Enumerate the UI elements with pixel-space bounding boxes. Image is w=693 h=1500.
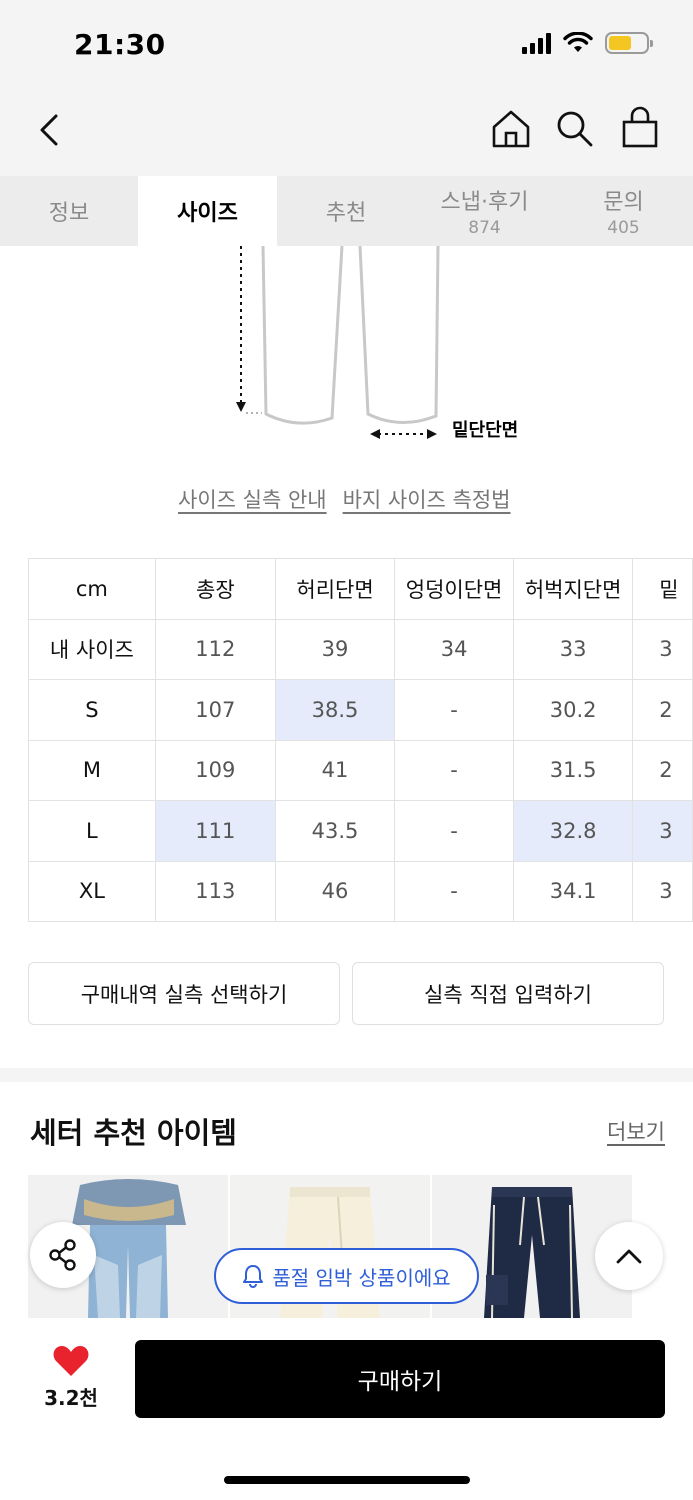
soldout-notice-pill[interactable]: 품절 임박 상품이에요 xyxy=(214,1248,479,1304)
home-indicator xyxy=(224,1476,470,1484)
table-cell-highlighted: 111 xyxy=(154,800,276,862)
hem-width-label: 밑단단면 xyxy=(452,420,519,441)
table-header-cell: 허벅지단면 xyxy=(512,558,634,620)
home-icon[interactable] xyxy=(490,108,532,150)
search-icon[interactable] xyxy=(555,109,595,149)
table-header-cell: cm xyxy=(28,558,156,620)
recommend-title: 세터 추천 아이템 xyxy=(30,1116,237,1150)
size-table[interactable]: cm 총장 허리단면 엉덩이단면 허벅지단면 밑 내 사이즈 112 39 34… xyxy=(28,558,693,922)
tab-count: 874 xyxy=(468,218,501,238)
share-button[interactable] xyxy=(30,1222,96,1288)
manual-input-button[interactable]: 실측 직접 입력하기 xyxy=(352,962,664,1025)
table-cell: 43.5 xyxy=(274,800,396,862)
tab-bar: 정보 사이즈 추천 스냅·후기 874 문의 405 xyxy=(0,176,693,246)
chevron-up-icon xyxy=(616,1249,642,1264)
size-guide-links: 사이즈 실측 안내 바지 사이즈 측정법 xyxy=(178,484,511,514)
table-cell: 34.1 xyxy=(512,860,634,922)
recommend-more-link[interactable]: 더보기 xyxy=(607,1116,665,1146)
table-row: L 111 43.5 - 32.8 3 xyxy=(28,800,693,862)
pants-measure-link[interactable]: 바지 사이즈 측정법 xyxy=(343,484,511,514)
pants-measurement-diagram: 밑단단면 xyxy=(0,245,693,466)
table-row: XL 113 46 - 34.1 3 xyxy=(28,860,693,922)
table-cell: 33 xyxy=(512,618,634,680)
scroll-top-button[interactable] xyxy=(595,1222,663,1290)
section-divider xyxy=(0,1068,693,1082)
tab-count: 405 xyxy=(607,218,640,238)
table-cell: 41 xyxy=(274,739,396,801)
table-cell: 46 xyxy=(274,860,396,922)
table-cell: 39 xyxy=(274,618,396,680)
size-guide-link[interactable]: 사이즈 실측 안내 xyxy=(178,484,327,514)
table-row: M 109 41 - 31.5 2 xyxy=(28,739,693,801)
table-row: 내 사이즈 112 39 34 33 3 xyxy=(28,618,693,680)
table-cell: 112 xyxy=(154,618,276,680)
tab-label: 정보 xyxy=(48,201,90,226)
nav-bar xyxy=(0,92,693,176)
tab-label: 스냅·후기 xyxy=(440,190,529,215)
table-cell: - xyxy=(394,679,514,741)
table-cell-highlighted: 3 xyxy=(632,800,693,862)
measurement-actions: 구매내역 실측 선택하기 실측 직접 입력하기 xyxy=(28,962,664,1025)
table-header-row: cm 총장 허리단면 엉덩이단면 허벅지단면 밑 xyxy=(28,558,693,620)
table-row-label: L xyxy=(28,800,156,862)
table-cell: 31.5 xyxy=(512,739,634,801)
like-count: 3.2천 xyxy=(44,1386,98,1410)
select-purchase-history-button[interactable]: 구매내역 실측 선택하기 xyxy=(28,962,340,1025)
table-header-cell: 허리단면 xyxy=(274,558,396,620)
table-cell: 2 xyxy=(632,739,693,801)
wifi-icon xyxy=(563,32,593,52)
bag-icon[interactable] xyxy=(620,106,660,150)
table-cell: 30.2 xyxy=(512,679,634,741)
bell-icon xyxy=(243,1265,264,1288)
buy-button[interactable]: 구매하기 xyxy=(135,1340,665,1418)
table-cell: 113 xyxy=(154,860,276,922)
status-icons xyxy=(522,32,653,54)
battery-icon xyxy=(605,32,653,54)
soldout-notice-text: 품절 임박 상품이에요 xyxy=(272,1265,451,1290)
heart-icon xyxy=(53,1346,89,1376)
tab-label: 문의 xyxy=(603,190,644,215)
tab-inquiry[interactable]: 문의 405 xyxy=(554,176,693,246)
status-bar: 21:30 xyxy=(0,0,693,92)
table-header-cell: 엉덩이단면 xyxy=(394,558,514,620)
tab-snap-review[interactable]: 스냅·후기 874 xyxy=(415,176,554,246)
table-cell: 2 xyxy=(632,679,693,741)
table-cell: - xyxy=(394,739,514,801)
table-header-cell: 총장 xyxy=(154,558,276,620)
back-icon[interactable] xyxy=(32,110,66,150)
table-cell: 3 xyxy=(632,618,693,680)
table-cell: - xyxy=(394,800,514,862)
table-cell: 3 xyxy=(632,860,693,922)
purchase-bar: 3.2천 구매하기 xyxy=(0,1318,693,1500)
table-cell-highlighted: 32.8 xyxy=(512,800,634,862)
status-time: 21:30 xyxy=(74,28,166,61)
tab-label: 추천 xyxy=(325,201,367,226)
signal-icon xyxy=(522,32,551,54)
table-cell: - xyxy=(394,860,514,922)
table-row-label: XL xyxy=(28,860,156,922)
pants-outline-illustration xyxy=(236,245,440,439)
table-cell: 109 xyxy=(154,739,276,801)
table-row-label: 내 사이즈 xyxy=(28,618,156,680)
tab-size[interactable]: 사이즈 xyxy=(138,176,277,246)
tab-label: 사이즈 xyxy=(177,201,238,226)
table-row: S 107 38.5 - 30.2 2 xyxy=(28,679,693,741)
table-header-cell: 밑 xyxy=(632,558,693,620)
table-row-label: S xyxy=(28,679,156,741)
table-cell: 34 xyxy=(394,618,514,680)
share-icon xyxy=(49,1239,76,1271)
table-cell-highlighted: 38.5 xyxy=(274,679,396,741)
table-row-label: M xyxy=(28,739,156,801)
like-button[interactable]: 3.2천 xyxy=(40,1344,102,1411)
tab-info[interactable]: 정보 xyxy=(0,176,138,246)
table-cell: 107 xyxy=(154,679,276,741)
tab-recommend[interactable]: 추천 xyxy=(277,176,415,246)
